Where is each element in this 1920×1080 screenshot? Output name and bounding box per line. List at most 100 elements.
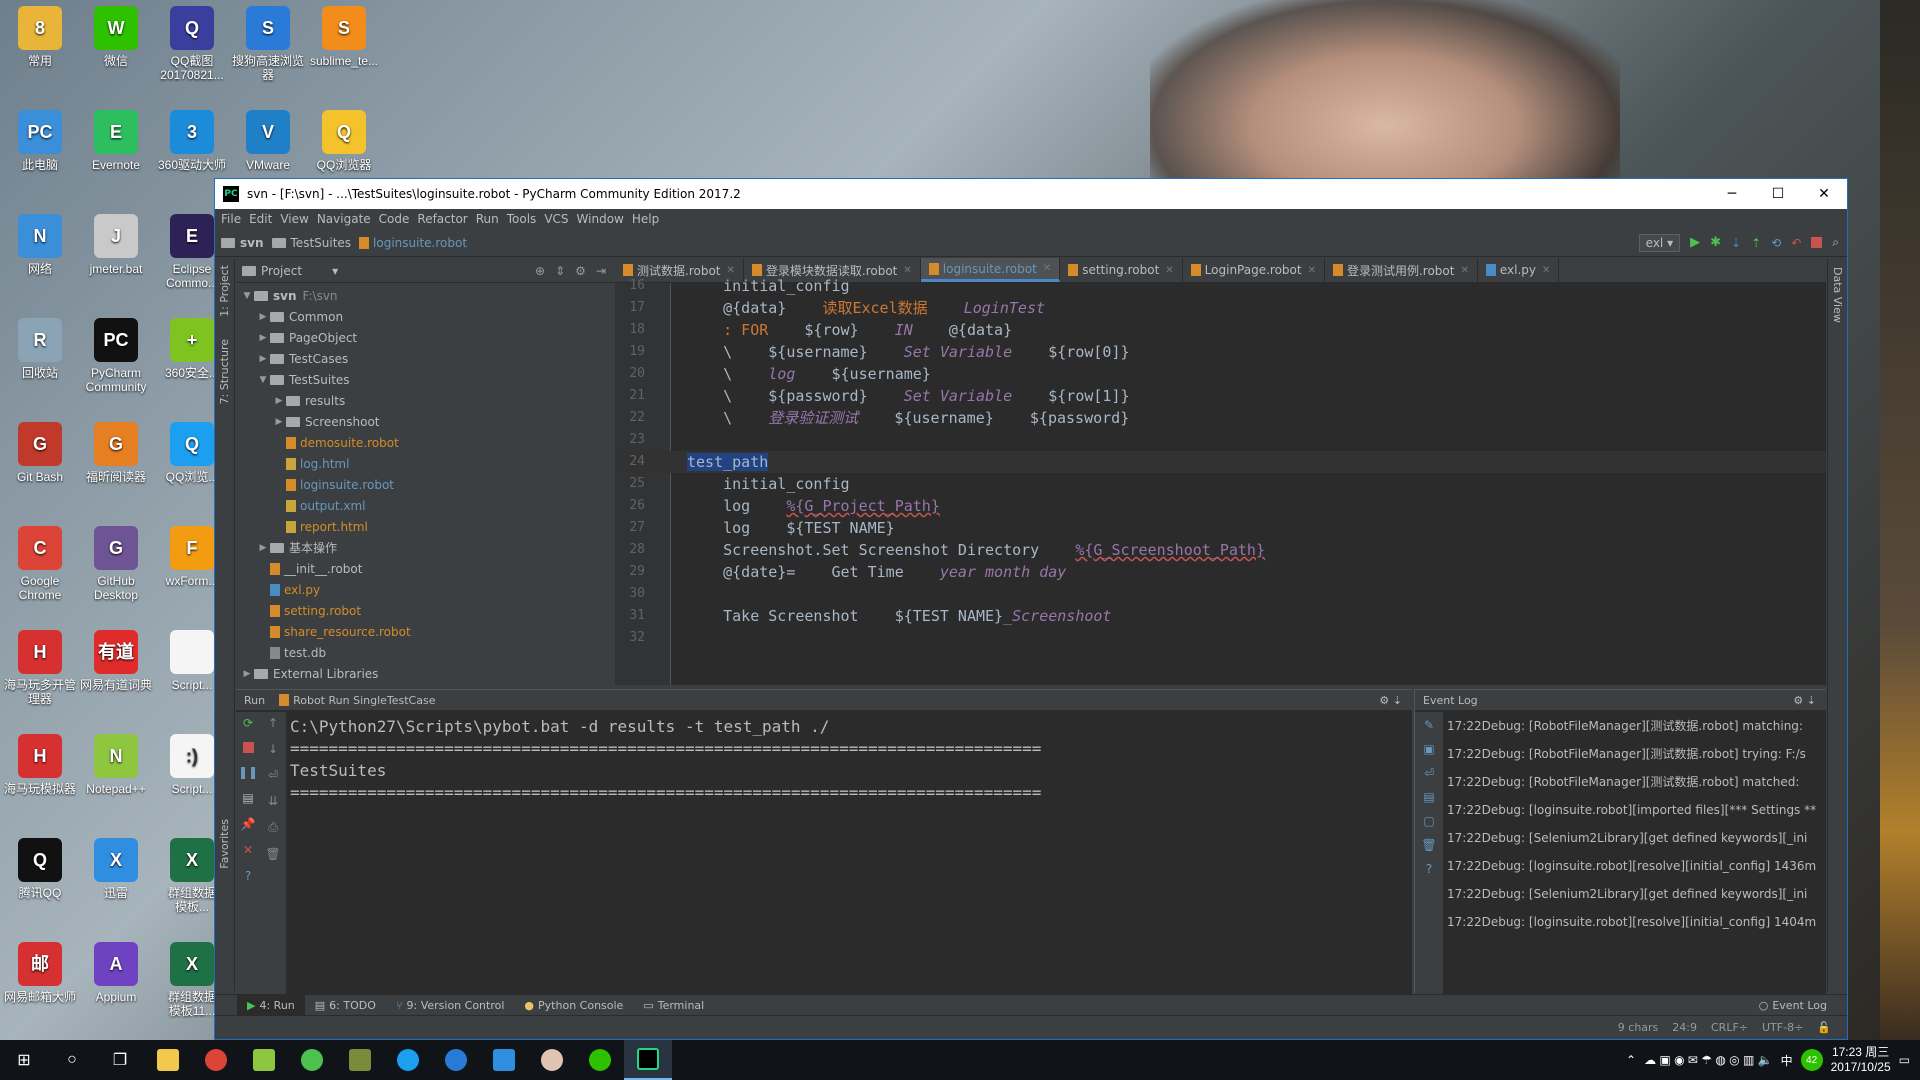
desktop-icon[interactable]: Q QQ浏览器 [306,110,382,172]
close-tab-icon[interactable]: ✕ [903,265,911,276]
tree-item[interactable]: __init__.robot [236,558,614,579]
status-position[interactable]: 24:9 [1672,1021,1697,1034]
tree-item[interactable]: report.html [236,516,614,537]
stop-icon[interactable] [242,742,254,753]
desktop-icon[interactable]: N Notepad++ [78,734,154,796]
favorites-side-tab[interactable]: Favorites [218,819,231,869]
code-line[interactable]: 31 Take Screenshot ${TEST NAME}_Screensh… [615,605,1826,627]
event-log-entry[interactable]: 17:22Debug: [loginsuite.robot][resolve][… [1447,852,1822,880]
locate-icon[interactable]: ⊕ [535,264,545,278]
tree-item[interactable]: exl.py [236,579,614,600]
start-button[interactable]: ⊞ [0,1040,48,1080]
event-log-entry[interactable]: 17:22Debug: [loginsuite.robot][imported … [1447,796,1822,824]
chevron-down-icon[interactable]: ▼ [256,375,270,385]
chevron-right-icon[interactable]: ▶ [256,354,270,364]
crumb-testsuites[interactable]: TestSuites [271,236,351,250]
trash-icon[interactable]: 🗑 [1421,838,1436,852]
desktop-icon[interactable]: H 海马玩模拟器 [2,734,78,796]
history-icon[interactable]: ⟲ [1771,236,1781,250]
tree-item[interactable]: log.html [236,453,614,474]
revert-icon[interactable]: ↶ [1791,236,1801,250]
tree-item[interactable]: test.db [236,642,614,663]
code-line[interactable]: 19 \ ${username} Set Variable ${row[0]} [615,341,1826,363]
tree-item[interactable]: setting.robot [236,600,614,621]
vcs-commit-icon[interactable]: ⇡ [1751,236,1761,250]
taskbar-avatar[interactable] [528,1040,576,1080]
mark-read-icon[interactable]: ▣ [1423,742,1434,756]
tray-chevron-up-icon[interactable]: ⌃ [1626,1053,1636,1067]
desktop-icon[interactable]: H 海马玩多开管 理器 [2,630,78,706]
layout-icon[interactable]: ▤ [242,791,253,805]
event-log-entry[interactable]: 17:22Debug: [RobotFileManager][测试数据.robo… [1447,712,1822,740]
up-icon[interactable]: ↑ [268,716,278,730]
search-button[interactable]: ○ [48,1040,96,1080]
code-line[interactable]: 32 [615,627,1826,649]
trash-icon[interactable]: 🗑 [265,847,280,861]
desktop-icon[interactable]: A Appium [78,942,154,1004]
tree-item[interactable]: ▶ PageObject [236,327,614,348]
crumb-file[interactable]: loginsuite.robot [359,236,467,250]
close-tab-icon[interactable]: ✕ [1043,263,1051,274]
menu-help[interactable]: Help [630,212,665,226]
hide-icon[interactable]: ⇥ [596,264,606,278]
crumb-svn[interactable]: svn [221,236,264,250]
event-log-entry[interactable]: 17:22Debug: [RobotFileManager][测试数据.robo… [1447,740,1822,768]
desktop-icon[interactable]: Ssublime_te... [306,6,382,68]
desktop-icon[interactable]: Jjmeter.bat [78,214,154,276]
desktop-icon[interactable]: G Git Bash [2,422,78,484]
desktop-icon[interactable]: N 网络 [2,214,78,276]
chevron-down-icon[interactable]: ▾ [332,264,338,278]
taskbar-360[interactable] [288,1040,336,1080]
desktop-icon[interactable]: S 搜狗高速浏览 器 [230,6,306,82]
wrench-icon[interactable]: ✎ [1424,718,1434,732]
menu-edit[interactable]: Edit [247,212,278,226]
event-log-list[interactable]: 17:22Debug: [RobotFileManager][测试数据.robo… [1447,712,1822,984]
status-line-separator[interactable]: CRLF÷ [1711,1021,1748,1034]
wrap-icon[interactable]: ⏎ [1424,766,1434,780]
tree-item[interactable]: loginsuite.robot [236,474,614,495]
help-icon[interactable]: ? [1426,862,1432,876]
task-view-button[interactable]: ❐ [96,1040,144,1080]
tab-event-log[interactable]: ○ Event Log [1749,995,1847,1017]
code-line[interactable]: 18 : FOR ${row} IN @{data} [615,319,1826,341]
code-line[interactable]: 22 \ 登录验证测试 ${username} ${password} [615,407,1826,429]
taskbar-xunlei[interactable] [480,1040,528,1080]
taskbar-sogou[interactable] [432,1040,480,1080]
desktop-icon[interactable]: PC PyCharm Community [78,318,154,394]
stop-icon[interactable] [1811,237,1823,248]
tree-item[interactable]: ▶ results [236,390,614,411]
desktop-icon[interactable]: C Google Chrome [2,526,78,602]
desktop-icon[interactable]: PC 此电脑 [2,110,78,172]
run-config-select[interactable]: exl ▾ [1638,233,1681,252]
code-line[interactable]: 27 log ${TEST NAME} [615,517,1826,539]
desktop-icon[interactable]: R 回收站 [2,318,78,380]
event-log-entry[interactable]: 17:22Debug: [Selenium2Library][get defin… [1447,880,1822,908]
collapse-icon[interactable]: ⇕ [555,264,565,278]
debug-icon[interactable]: ✱ [1710,235,1721,250]
tree-item[interactable]: share_resource.robot [236,621,614,642]
desktop-icon[interactable]: G GitHub Desktop [78,526,154,602]
code-line[interactable]: 23 [615,429,1826,451]
gear-icon[interactable]: ⚙ [575,264,586,278]
close-tab-icon[interactable]: ✕ [727,265,735,276]
code-line[interactable]: 21 \ ${password} Set Variable ${row[1]} [615,385,1826,407]
scroll-end-icon[interactable]: ⇊ [268,794,278,808]
tree-item[interactable]: ▶ External Libraries [236,663,614,684]
chevron-right-icon[interactable]: ▶ [256,333,270,343]
close-tab-icon[interactable]: ✕ [1542,265,1550,276]
close-button[interactable]: ✕ [1801,186,1847,202]
event-log-entry[interactable]: 17:22Debug: [Selenium2Library][get defin… [1447,824,1822,852]
console-output[interactable]: C:\Python27\Scripts\pybot.bat -d results… [290,716,1408,804]
taskbar-notepad[interactable] [240,1040,288,1080]
desktop-icon[interactable]: 8 常用 [2,6,78,68]
chevron-right-icon[interactable]: ▶ [256,312,270,322]
gear-icon[interactable]: ⚙ ⇣ [1379,694,1412,707]
close-icon[interactable]: ✕ [243,843,253,857]
code-line[interactable]: 17 @{data} 读取Excel数据 LoginTest [615,297,1826,319]
layout-icon[interactable]: ▤ [1423,790,1434,804]
tree-item[interactable]: ▼ svn F:\svn [236,285,614,306]
wrap-icon[interactable]: ⏎ [268,768,278,782]
menu-tools[interactable]: Tools [505,212,543,226]
tree-item[interactable]: ▶ Common [236,306,614,327]
code-area[interactable]: 16 initial_config 17 @{data} 读取Excel数据 Lo… [615,277,1826,685]
